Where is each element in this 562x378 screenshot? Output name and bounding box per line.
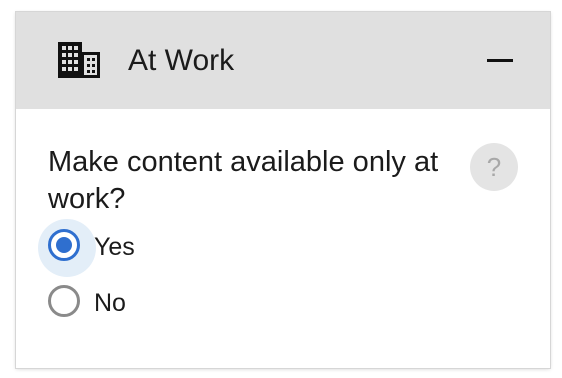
panel-title: At Work xyxy=(128,44,235,77)
building-icon xyxy=(58,42,100,78)
radio-label-no: No xyxy=(94,289,126,317)
radio-label-yes: Yes xyxy=(94,233,135,261)
radio-button-no[interactable] xyxy=(48,285,80,317)
collapse-button[interactable] xyxy=(478,42,522,80)
radio-option-yes[interactable]: Yes xyxy=(38,219,238,277)
at-work-panel: At Work Make content available only at w… xyxy=(16,12,550,368)
help-button[interactable]: ? xyxy=(470,143,518,191)
question-mark-icon: ? xyxy=(486,152,502,182)
panel-header[interactable]: At Work xyxy=(16,12,550,109)
radio-option-no[interactable]: No xyxy=(38,275,238,331)
question-text: Make content available only at work? xyxy=(48,146,439,215)
minus-icon xyxy=(487,59,513,62)
radio-button-yes[interactable] xyxy=(48,229,80,261)
